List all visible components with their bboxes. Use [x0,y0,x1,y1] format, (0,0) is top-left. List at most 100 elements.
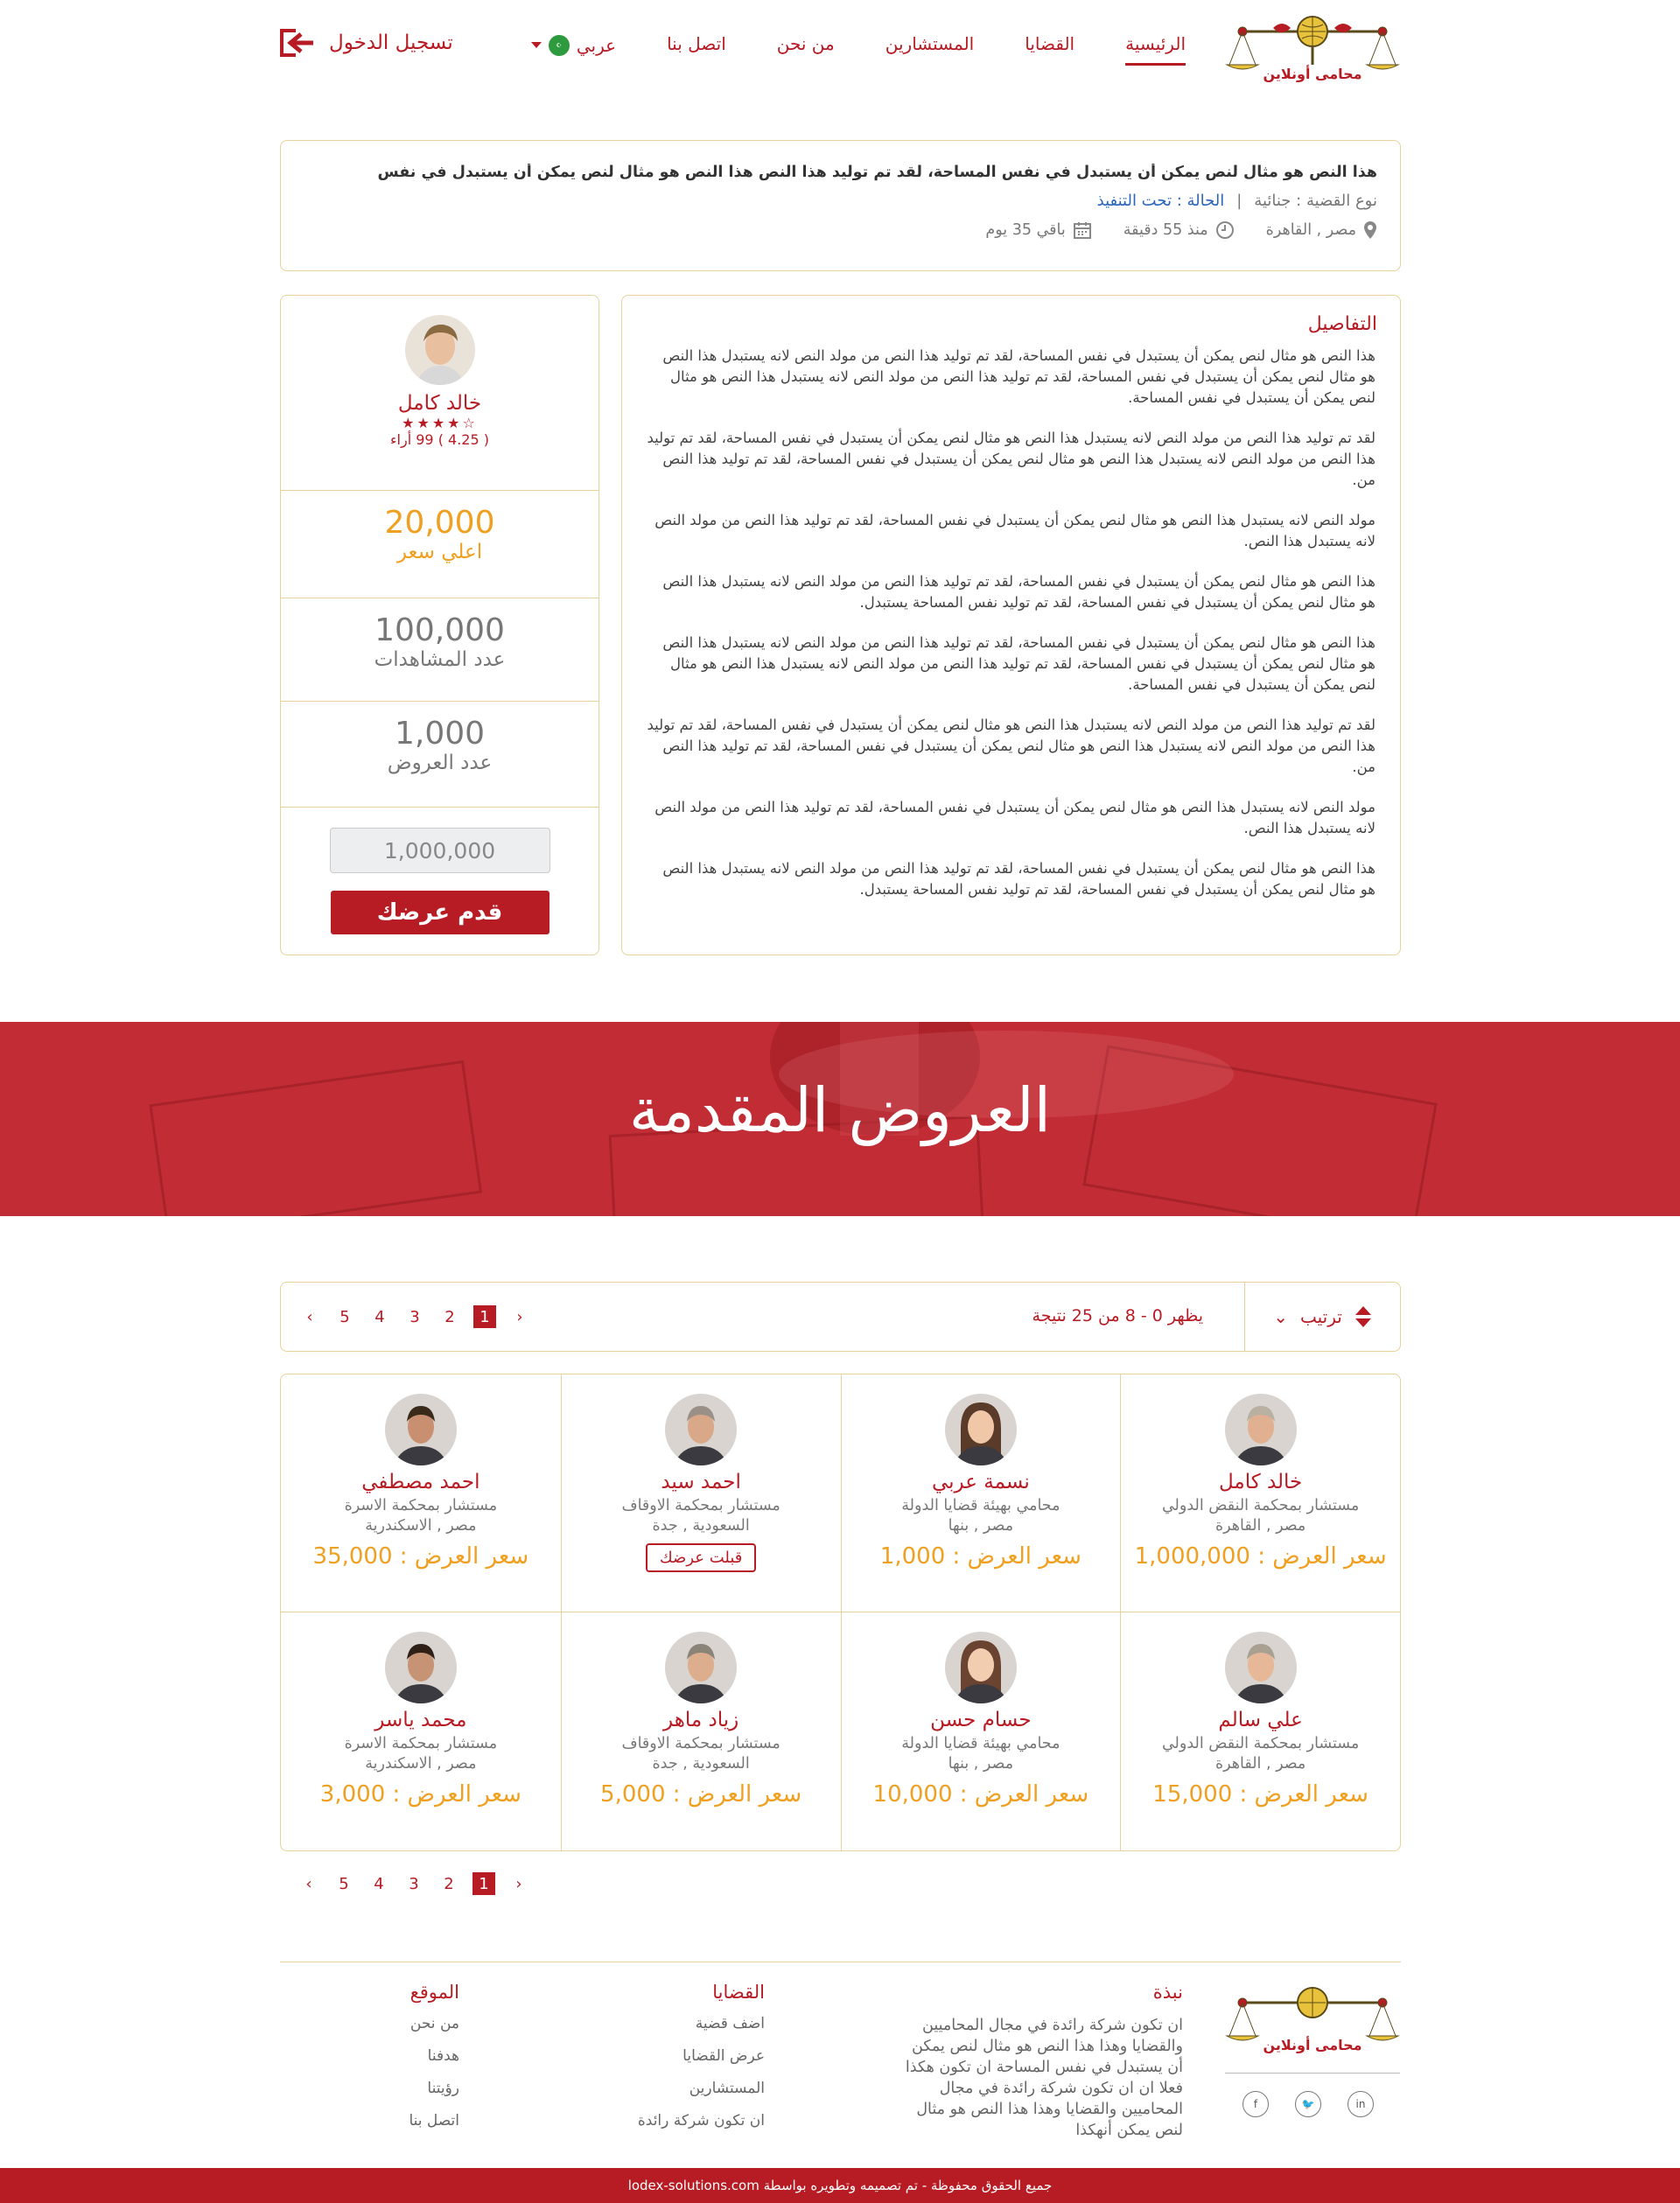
offer-price: سعر العرض : 1,000,000 [1134,1543,1387,1570]
nav-home[interactable]: الرئيسية [1125,33,1186,66]
footer-link-leading[interactable]: ان تكون شركة رائدة [590,2112,765,2130]
page-link[interactable]: 3 [402,1872,425,1895]
offer-card[interactable]: محمد ياسر مستشار بمحكمة الاسرة مصر , الاسك… [281,1612,561,1850]
offer-amount-input[interactable]: 1,000,000 [329,828,550,873]
footer-cases: القضايا اضف قضية عرض القضايا المستشارين … [590,1982,765,2144]
case-remaining: باقي 35 يوم [985,220,1091,240]
footer-link-consultants[interactable]: المستشارين [590,2080,765,2097]
login-button[interactable]: تسجيل الدخول [278,28,453,58]
footer-link-add-case[interactable]: اضف قضية [590,2015,765,2032]
details-paragraph: لقد تم توليد هذا النص من مولد النص لانه … [647,430,1376,488]
avatar[interactable] [944,1632,1017,1703]
offer-card[interactable]: زياد ماهر مستشار بمحكمة الاوقاف السعودية ,… [560,1612,841,1850]
page-link[interactable]: 4 [368,1305,391,1328]
page-link[interactable]: 1 [472,1872,495,1895]
offer-role: محامي بهيئة قضايا الدولة [901,1497,1060,1514]
location-text: مصر , القاهرة [1265,221,1356,239]
offer-name[interactable]: محمد ياسر [281,1709,561,1731]
about-text: ان تكون شركة رائدة في مجال المحاميين وال… [905,2017,1183,2139]
prev-page-arrow[interactable]: ‹ [508,1872,530,1895]
avatar[interactable] [665,1632,738,1703]
next-page-arrow[interactable]: › [298,1872,320,1895]
chevron-down-icon [530,42,542,48]
brand-logo[interactable]: محامى أونلاين [1225,10,1400,86]
details-paragraph: هذا النص هو مثال لنص يمكن أن يستبدل في ن… [662,347,1376,406]
offer-card[interactable]: نسمة عربي محامي بهيئة قضايا الدولة مصر , ب… [840,1374,1121,1612]
avatar[interactable] [944,1394,1017,1465]
page-link[interactable]: 2 [438,1872,460,1895]
offer-role: مستشار بمحكمة الاوقاف [621,1497,780,1514]
offer-name[interactable]: احمد مصطفي [281,1471,561,1493]
avatar[interactable] [665,1394,738,1465]
prev-page-arrow[interactable]: ‹ [508,1305,531,1328]
case-status[interactable]: الحالة : تحت التنفيذ [1097,192,1225,210]
login-arrow-icon [280,29,313,57]
offer-price: سعر العرض : 1,000 [879,1543,1082,1570]
offer-card[interactable]: احمد مصطفي مستشار بمحكمة الاسرة مصر , الاس… [281,1374,561,1612]
footer-link-vision[interactable]: رؤيتنا [284,2080,459,2097]
case-location: مصر , القاهرة [1266,220,1377,240]
sort-dropdown[interactable]: ترتيب ⌄ [1244,1283,1400,1351]
offer-name[interactable]: احمد سيد [562,1471,841,1493]
offer-card[interactable]: علي سالم مستشار بمحكمة النقض الدولي مصر , … [1120,1612,1400,1850]
page-link[interactable]: 5 [332,1872,355,1895]
linkedin-icon[interactable]: in [1348,2091,1374,2117]
nav-about[interactable]: من نحن [777,33,835,66]
page-link[interactable]: 4 [368,1872,390,1895]
offer-name[interactable]: زياد ماهر [562,1709,841,1731]
case-summary: هذا النص هو مثال لنص يمكن أن يستبدل في ن… [280,140,1401,271]
page-link[interactable]: 2 [438,1305,461,1328]
footer-link-contact[interactable]: اتصل بنا [284,2112,459,2130]
accepted-offer-badge[interactable]: قبلت عرضك [645,1543,757,1572]
saudi-flag-icon: ☪ [548,34,570,56]
footer-link-about[interactable]: من نحن [284,2015,459,2032]
page-link[interactable]: 5 [333,1305,356,1328]
footer-logo[interactable]: محامى أونلاين [1225,1982,1400,2057]
facebook-icon[interactable]: f [1242,2091,1269,2117]
offer-card[interactable]: خالد كامل مستشار بمحكمة النقض الدولي مصر ,… [1120,1374,1400,1612]
avatar[interactable] [1224,1394,1297,1465]
submit-offer-button[interactable]: قدم عرضك [330,891,550,934]
offer-card[interactable]: حسام حسن محامي بهيئة قضايا الدولة مصر , بن… [840,1612,1121,1850]
offers-value: 1,000 [394,716,486,752]
avatar[interactable] [1224,1632,1297,1703]
svg-text:محامى أونلاين: محامى أونلاين [1263,65,1362,82]
remaining-text: باقي 35 يوم [985,221,1066,239]
details-paragraph: مولد النص لانه يستبدل هذا النص هو مثال ل… [654,512,1376,549]
nav-cases[interactable]: القضايا [1025,33,1074,66]
offer-name[interactable]: نسمة عربي [842,1471,1121,1493]
avatar[interactable] [404,315,475,385]
twitter-icon[interactable]: 🐦 [1295,2091,1321,2117]
offer-name[interactable]: خالد كامل [1121,1471,1400,1493]
location-pin-icon [1364,221,1376,239]
language-label: عربي [576,34,617,56]
offer-name[interactable]: علي سالم [1121,1709,1400,1731]
social-links: in 🐦 f [1242,2091,1374,2117]
views-stat: 100,000 عدد المشاهدات [281,598,598,702]
avatar[interactable] [384,1632,457,1703]
offer-location: مصر , بنها [948,1517,1014,1535]
case-type: نوع القضية : جنائية [1254,192,1377,210]
offer-name[interactable]: حسام حسن [842,1709,1121,1731]
footer-link-view-cases[interactable]: عرض القضايا [590,2047,765,2065]
page-link[interactable]: 1 [473,1305,496,1328]
next-page-arrow[interactable]: › [298,1305,321,1328]
footer-link-goal[interactable]: هدفنا [284,2047,459,2065]
offer-location: مصر , بنها [948,1755,1014,1773]
calendar-icon [1073,222,1091,239]
offer-price: سعر العرض : 5,000 [600,1781,802,1808]
profile-header: خالد كامل ☆★★★★ ( 4.25 ) 99 أراء [281,296,598,491]
max-price-label: اعلي سعر [396,541,483,563]
client-profile-card: خالد كامل ☆★★★★ ( 4.25 ) 99 أراء 20,000 … [280,295,599,955]
avatar[interactable] [384,1394,457,1465]
offer-role: مستشار بمحكمة الاسرة [344,1497,498,1514]
page-link[interactable]: 3 [403,1305,426,1328]
cases-title: القضايا [712,1982,765,2003]
offer-role: مستشار بمحكمة النقض الدولي [1161,1497,1360,1514]
offer-role: محامي بهيئة قضايا الدولة [901,1735,1060,1752]
language-select[interactable]: عربي ☪ [530,33,617,66]
offer-price: سعر العرض : 10,000 [872,1781,1089,1808]
offer-card[interactable]: احمد سيد مستشار بمحكمة الاوقاف السعودية , … [560,1374,841,1612]
nav-contact[interactable]: اتصل بنا [667,33,726,66]
nav-consultants[interactable]: المستشارين [886,33,974,66]
